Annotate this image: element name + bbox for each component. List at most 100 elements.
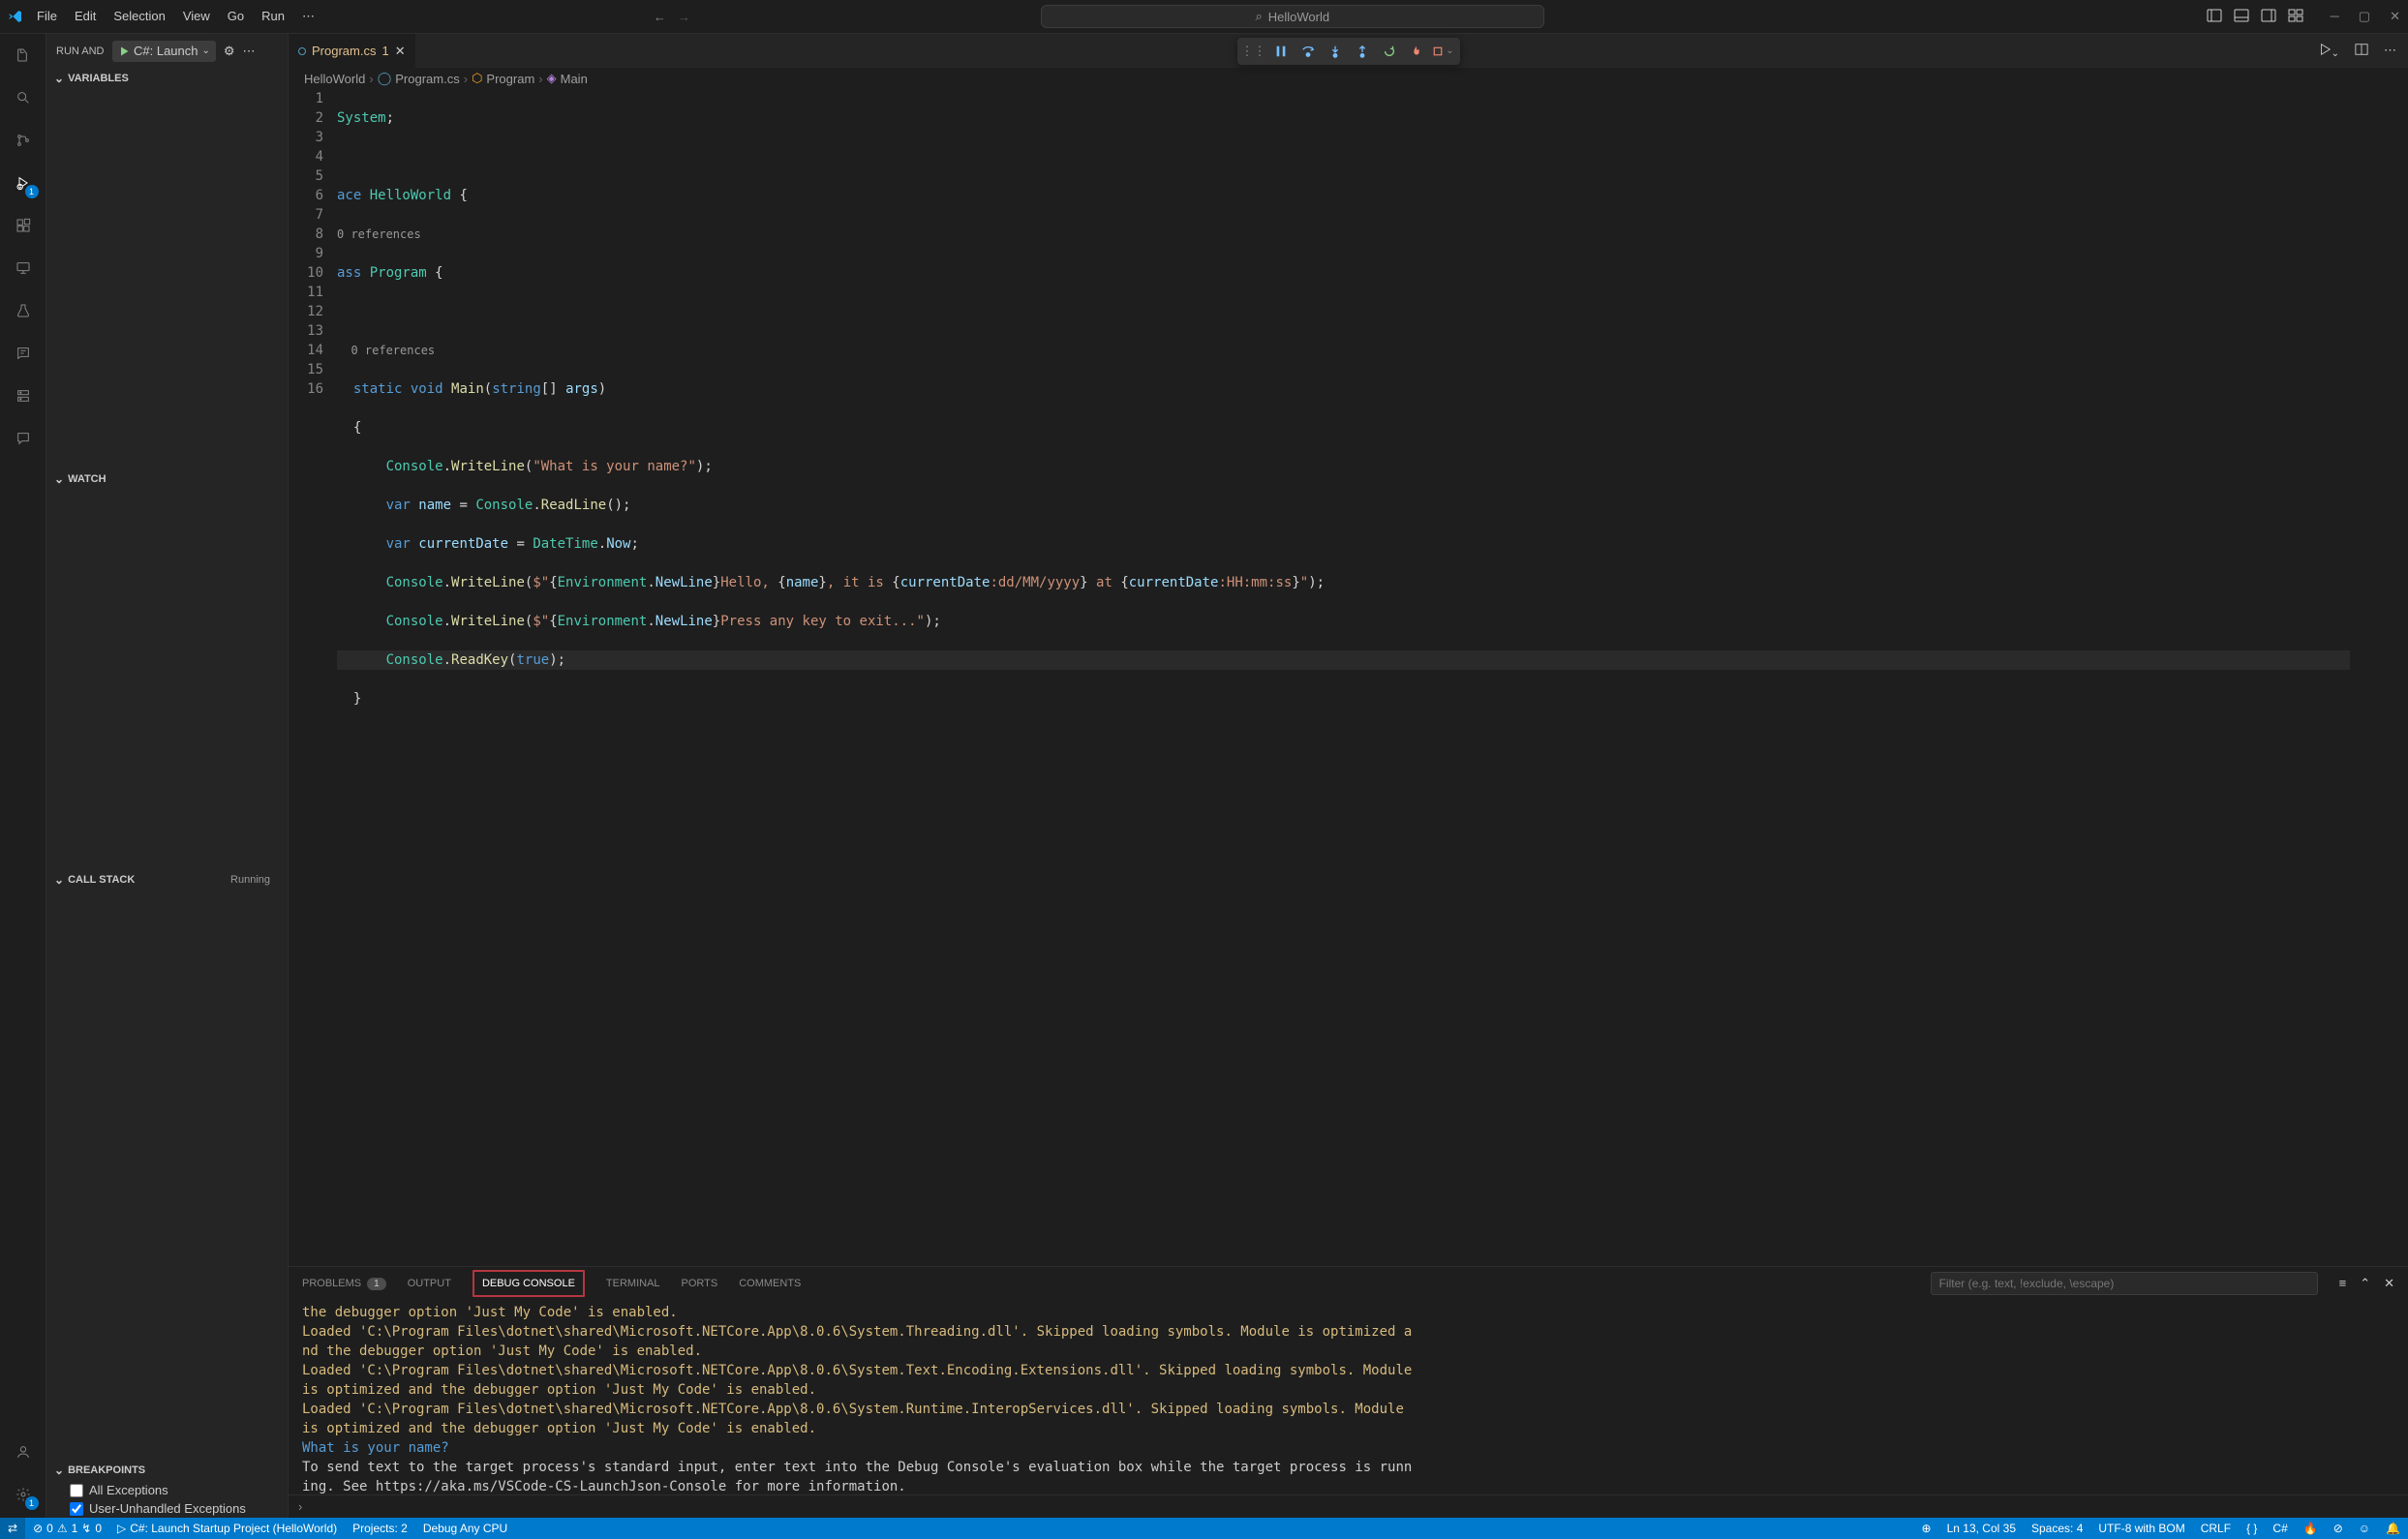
menu-selection[interactable]: Selection — [106, 5, 172, 28]
launch-settings-icon[interactable]: ⚙ — [224, 44, 235, 59]
panel-close-icon[interactable]: ✕ — [2384, 1276, 2394, 1291]
tab-ports[interactable]: PORTS — [682, 1270, 718, 1297]
fire-icon[interactable]: 🔥 — [2296, 1522, 2326, 1535]
source-control-icon[interactable] — [10, 127, 37, 154]
tab-comments[interactable]: COMMENTS — [739, 1270, 801, 1297]
watch-label: WATCH — [68, 473, 107, 485]
minimize-icon[interactable]: ─ — [2331, 9, 2339, 24]
step-into-icon[interactable] — [1323, 39, 1348, 64]
debug-repl-input[interactable]: › — [289, 1494, 2408, 1518]
indent-status[interactable]: Spaces: 4 — [2024, 1522, 2090, 1535]
titlebar: File Edit Selection View Go Run ⋯ ← → ⌕ … — [0, 0, 2408, 34]
sidebar-more-icon[interactable]: ⋯ — [243, 44, 256, 59]
panel-bottom-icon[interactable] — [2234, 8, 2249, 26]
bp-checkbox[interactable] — [70, 1502, 83, 1516]
build-config[interactable]: Debug Any CPU — [415, 1518, 515, 1539]
tab-program[interactable]: Program.cs 1 ✕ — [289, 34, 416, 68]
encoding-status[interactable]: UTF-8 with BOM — [2090, 1522, 2192, 1535]
step-out-icon[interactable] — [1350, 39, 1375, 64]
testing-icon[interactable] — [10, 297, 37, 324]
variables-section[interactable]: ⌄ VARIABLES — [46, 68, 288, 89]
breadcrumb-item[interactable]: HelloWorld — [304, 72, 365, 86]
command-center[interactable]: ⌕ HelloWorld — [1041, 5, 1544, 28]
code-editor[interactable]: 12345678910111213141516 System; ace Hell… — [289, 89, 2408, 1266]
tab-output[interactable]: OUTPUT — [408, 1270, 451, 1297]
code-content[interactable]: System; ace HelloWorld { 0 references as… — [337, 89, 2408, 1266]
sidebar-title: RUN AND DEBUG — [56, 45, 105, 57]
minimap[interactable] — [2350, 89, 2408, 1266]
editor-actions: ⌄ ⋯ — [2306, 43, 2408, 59]
references-icon[interactable] — [10, 340, 37, 367]
step-over-icon[interactable] — [1295, 39, 1321, 64]
menu-view[interactable]: View — [175, 5, 218, 28]
search-activity-icon[interactable] — [10, 84, 37, 111]
panel-up-icon[interactable]: ⌃ — [2360, 1276, 2370, 1291]
menu-file[interactable]: File — [29, 5, 65, 28]
panel-left-icon[interactable] — [2207, 8, 2222, 26]
bp-label: All Exceptions — [89, 1483, 168, 1497]
menu-more[interactable]: ⋯ — [294, 5, 322, 28]
bp-checkbox[interactable] — [70, 1484, 83, 1497]
panel-filter-input[interactable] — [1931, 1272, 2318, 1295]
maximize-icon[interactable]: ▢ — [2359, 9, 2370, 24]
launch-config-dropdown[interactable]: C#: Launch ⌄ — [112, 41, 216, 62]
hot-reload-icon[interactable] — [1404, 39, 1429, 64]
watch-section[interactable]: ⌄ WATCH — [46, 468, 288, 490]
panel-right-icon[interactable] — [2261, 8, 2276, 26]
menu-run[interactable]: Run — [254, 5, 292, 28]
comments-activity-icon[interactable] — [10, 425, 37, 452]
run-icon[interactable]: ⌄ — [2318, 43, 2339, 59]
search-icon: ⌕ — [1255, 9, 1262, 24]
variables-label: VARIABLES — [68, 73, 129, 84]
cursor-position[interactable]: Ln 13, Col 35 — [1939, 1522, 2024, 1535]
pause-icon[interactable] — [1268, 39, 1294, 64]
zoom-icon[interactable]: ⊕ — [1914, 1522, 1939, 1535]
breadcrumb-item[interactable]: Program — [486, 72, 534, 86]
notifications-icon[interactable]: 🔔 — [2378, 1522, 2408, 1535]
layout-icon[interactable] — [2288, 8, 2303, 26]
split-editor-icon[interactable] — [2355, 43, 2368, 59]
editor-more-icon[interactable]: ⋯ — [2384, 43, 2396, 59]
breadcrumb-item[interactable]: Program.cs — [395, 72, 459, 86]
callstack-section[interactable]: ⌄ CALL STACK Running — [46, 869, 288, 890]
extensions-icon[interactable] — [10, 212, 37, 239]
tab-debug-console[interactable]: DEBUG CONSOLE — [472, 1270, 585, 1297]
settings-gear-icon[interactable]: 1 — [10, 1481, 37, 1508]
bp-user-exceptions[interactable]: User-Unhandled Exceptions — [46, 1499, 288, 1518]
breadcrumb-item[interactable]: Main — [561, 72, 588, 86]
remote-indicator[interactable]: ⇄ — [0, 1518, 25, 1539]
account-icon[interactable] — [10, 1438, 37, 1465]
drag-handle-icon[interactable]: ⋮⋮ — [1241, 39, 1266, 64]
livshare-icon[interactable]: ⊘ — [2326, 1522, 2351, 1535]
feedback-icon[interactable]: ☺ — [2351, 1522, 2378, 1535]
main-area: Program.cs 1 ✕ ⋮⋮ ⌄ ⌄ ⋯ — [289, 34, 2408, 1518]
bp-all-exceptions[interactable]: All Exceptions — [46, 1481, 288, 1499]
tab-terminal[interactable]: TERMINAL — [606, 1270, 660, 1297]
nav-forward-icon[interactable]: → — [678, 10, 690, 24]
breadcrumb[interactable]: HelloWorld › ◯Program.cs › ⬡Program › ◈M… — [289, 68, 2408, 89]
nav-back-icon[interactable]: ← — [654, 10, 666, 24]
language-mode[interactable]: C# — [2265, 1522, 2295, 1535]
tabs-row: Program.cs 1 ✕ ⋮⋮ ⌄ ⌄ ⋯ — [289, 34, 2408, 68]
menu-edit[interactable]: Edit — [67, 5, 104, 28]
errors-warnings[interactable]: ⊘ 0 ⚠ 1 ↯ 0 — [25, 1518, 109, 1539]
menu-go[interactable]: Go — [220, 5, 252, 28]
titlebar-right: ─ ▢ ✕ — [2207, 8, 2400, 26]
stop-icon[interactable]: ⌄ — [1431, 39, 1456, 64]
braces-status[interactable]: { } — [2239, 1522, 2265, 1535]
eol-status[interactable]: CRLF — [2193, 1522, 2239, 1535]
remote-explorer-icon[interactable] — [10, 255, 37, 282]
projects-status[interactable]: Projects: 2 — [345, 1518, 415, 1539]
launch-target[interactable]: ▷ C#: Launch Startup Project (HelloWorld… — [109, 1518, 345, 1539]
tab-close-icon[interactable]: ✕ — [395, 44, 406, 59]
csharp-file-icon — [298, 47, 306, 55]
collapse-all-icon[interactable]: ≡ — [2339, 1276, 2347, 1291]
debug-console-output[interactable]: the debugger option 'Just My Code' is en… — [289, 1301, 2408, 1494]
server-icon[interactable] — [10, 382, 37, 409]
breakpoints-section[interactable]: ⌄ BREAKPOINTS — [46, 1460, 288, 1481]
explorer-icon[interactable] — [10, 42, 37, 69]
tab-problems[interactable]: PROBLEMS 1 — [302, 1270, 386, 1298]
run-debug-icon[interactable]: 1 — [10, 169, 37, 196]
restart-icon[interactable] — [1377, 39, 1402, 64]
close-icon[interactable]: ✕ — [2390, 9, 2400, 24]
